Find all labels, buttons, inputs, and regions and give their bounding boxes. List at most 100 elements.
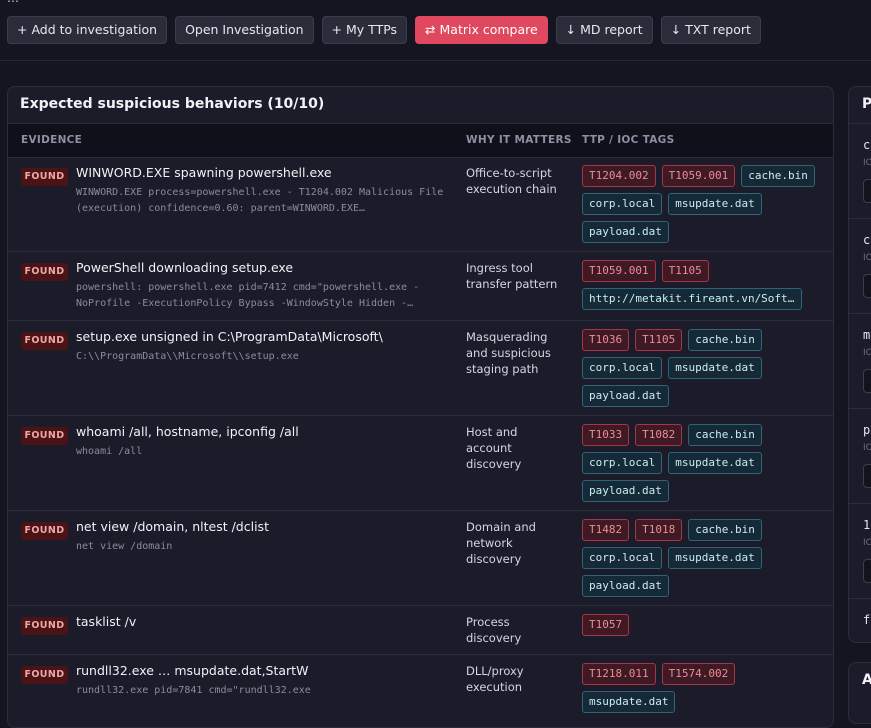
evidence-detail: net view /domain: [76, 541, 173, 552]
my-ttps-button[interactable]: + My TTPs: [321, 16, 408, 44]
tag-list: T1218.011 T1574.002 msupdate.dat: [582, 663, 822, 713]
side-item-name: ms: [863, 328, 871, 342]
header-divider: [0, 60, 871, 61]
table-row[interactable]: FOUND tasklist /v Process discovery T105…: [8, 606, 833, 655]
ttp-tag[interactable]: T1033: [582, 424, 630, 446]
top-cut-text: …: [0, 0, 871, 6]
column-header-why: WHY IT MATTERS: [466, 134, 572, 146]
side-panel-title: P: [862, 96, 871, 112]
ttp-tag[interactable]: T1059.001: [661, 165, 736, 187]
side-item-input[interactable]: [863, 464, 871, 488]
evidence-detail: WINWORD.EXE process=powershell.exe - T12…: [76, 187, 444, 214]
table-row[interactable]: FOUND net view /domain, nltest /dclist n…: [8, 511, 833, 606]
side-panel: P ca IO co IO ms IO pa IO 10 IO fe: [848, 86, 871, 643]
table-row[interactable]: FOUND WINWORD.EXE spawning powershell.ex…: [8, 157, 833, 252]
ioc-tag[interactable]: payload.dat: [582, 221, 669, 243]
side-item-name: 10: [863, 518, 871, 532]
why-it-matters: DLL/proxy execution: [466, 664, 524, 694]
found-badge: FOUND: [21, 332, 68, 350]
ioc-tag[interactable]: msupdate.dat: [582, 691, 676, 713]
side-panel-item[interactable]: pa IO: [849, 409, 871, 504]
md-report-button[interactable]: ↓ MD report: [555, 16, 653, 44]
ttp-tag[interactable]: T1105: [661, 260, 709, 282]
open-investigation-button[interactable]: Open Investigation: [175, 16, 314, 44]
ioc-tag[interactable]: msupdate.dat: [668, 193, 762, 215]
side-panel-item[interactable]: 10 IO: [849, 504, 871, 599]
side-item-name: pa: [863, 423, 871, 437]
side-item-sub: IO: [863, 253, 871, 263]
evidence-title: rundll32.exe … msupdate.dat,StartW: [76, 663, 309, 678]
side-panel-item[interactable]: ms IO: [849, 314, 871, 409]
ioc-tag[interactable]: payload.dat: [582, 480, 669, 502]
ttp-tag[interactable]: T1218.011: [582, 663, 656, 685]
table-row[interactable]: FOUND setup.exe unsigned in C:\ProgramDa…: [8, 321, 833, 416]
ioc-tag[interactable]: corp.local: [582, 357, 663, 379]
evidence-detail: C:\\ProgramData\\Microsoft\\setup.exe: [76, 351, 299, 362]
side-panel-item[interactable]: fe: [849, 599, 871, 642]
txt-report-button[interactable]: ↓ TXT report: [660, 16, 761, 44]
tag-list: T1036 T1105 cache.bin corp.local msupdat…: [582, 329, 822, 407]
ttp-tag[interactable]: T1105: [635, 329, 683, 351]
side-item-input[interactable]: [863, 179, 871, 203]
ioc-tag[interactable]: msupdate.dat: [668, 547, 762, 569]
add-to-investigation-button[interactable]: + Add to investigation: [7, 16, 168, 44]
side-panel-secondary-title: A: [862, 672, 871, 688]
found-badge: FOUND: [21, 427, 68, 445]
side-panel-item[interactable]: ca IO: [849, 124, 871, 219]
table-header: EVIDENCE WHY IT MATTERS TTP / IOC TAGS: [8, 123, 833, 158]
ioc-tag[interactable]: cache.bin: [688, 329, 762, 351]
ioc-tag[interactable]: corp.local: [582, 452, 663, 474]
side-item-name: ca: [863, 138, 871, 152]
behaviors-panel: Expected suspicious behaviors (10/10) EV…: [7, 86, 834, 728]
ioc-tag[interactable]: msupdate.dat: [668, 452, 762, 474]
ttp-tag[interactable]: T1059.001: [582, 260, 656, 282]
side-item-input[interactable]: [863, 274, 871, 298]
ioc-tag[interactable]: cache.bin: [688, 519, 762, 541]
table-row[interactable]: FOUND PowerShell downloading setup.exe p…: [8, 252, 833, 321]
ttp-tag[interactable]: T1482: [582, 519, 630, 541]
found-badge: FOUND: [21, 168, 68, 186]
side-item-sub: IO: [863, 348, 871, 358]
ioc-tag[interactable]: cache.bin: [741, 165, 815, 187]
ttp-tag[interactable]: T1057: [582, 614, 630, 636]
evidence-title: WINWORD.EXE spawning powershell.exe: [76, 165, 332, 180]
ioc-tag[interactable]: payload.dat: [582, 385, 669, 407]
tag-list: T1204.002 T1059.001 cache.bin corp.local…: [582, 165, 822, 243]
found-badge: FOUND: [21, 263, 68, 281]
why-it-matters: Host and account discovery: [466, 425, 522, 471]
ttp-tag[interactable]: T1082: [635, 424, 683, 446]
table-row[interactable]: FOUND whoami /all, hostname, ipconfig /a…: [8, 416, 833, 511]
panel-title: Expected suspicious behaviors (10/10): [20, 96, 325, 112]
matrix-compare-button[interactable]: ⇄ Matrix compare: [415, 16, 548, 44]
why-it-matters: Office-to-script execution chain: [466, 166, 557, 196]
tag-list: T1057: [582, 614, 822, 636]
found-badge: FOUND: [21, 617, 68, 635]
tag-list: T1033 T1082 cache.bin corp.local msupdat…: [582, 424, 822, 502]
ioc-tag[interactable]: cache.bin: [688, 424, 762, 446]
toolbar: + Add to investigation Open Investigatio…: [7, 16, 761, 44]
tag-list: T1482 T1018 cache.bin corp.local msupdat…: [582, 519, 822, 597]
ioc-url-tag[interactable]: http://metakit.fireant.vn/Softwar…: [582, 288, 802, 310]
ioc-tag[interactable]: msupdate.dat: [668, 357, 762, 379]
ioc-tag[interactable]: corp.local: [582, 547, 663, 569]
side-panel-item[interactable]: co IO: [849, 219, 871, 314]
ttp-tag[interactable]: T1204.002: [582, 165, 656, 187]
evidence-title: PowerShell downloading setup.exe: [76, 260, 294, 275]
ttp-tag[interactable]: T1036: [582, 329, 630, 351]
evidence-detail: whoami /all: [76, 446, 143, 457]
side-item-input[interactable]: [863, 559, 871, 583]
side-item-sub: IO: [863, 538, 871, 548]
evidence-detail: rundll32.exe pid=7841 cmd="rundll32.exe: [76, 685, 311, 696]
ioc-tag[interactable]: payload.dat: [582, 575, 669, 597]
evidence-detail: powershell: powershell.exe pid=7412 cmd=…: [76, 282, 420, 309]
ioc-tag[interactable]: corp.local: [582, 193, 663, 215]
ttp-tag[interactable]: T1018: [635, 519, 683, 541]
why-it-matters: Ingress tool transfer pattern: [466, 261, 558, 291]
ttp-tag[interactable]: T1574.002: [661, 663, 736, 685]
side-item-input[interactable]: [863, 369, 871, 393]
found-badge: FOUND: [21, 522, 68, 540]
tag-list: T1059.001 T1105 http://metakit.fireant.v…: [582, 260, 822, 310]
why-it-matters: Process discovery: [466, 615, 522, 645]
column-header-tags: TTP / IOC TAGS: [582, 134, 675, 146]
side-item-name: fe: [863, 613, 871, 627]
